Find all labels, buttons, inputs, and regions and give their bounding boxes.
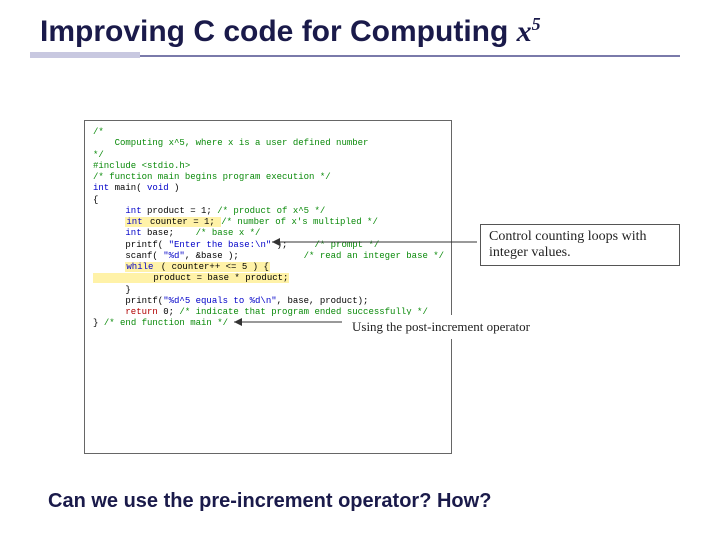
title-var-x: x: [517, 15, 532, 48]
kw: int: [125, 228, 141, 238]
kw-hl: while: [125, 262, 154, 272]
str: "Enter the base:\n": [169, 240, 272, 250]
txt: printf(: [93, 296, 163, 306]
txt: [93, 228, 125, 238]
code-line: #include <stdio.h>: [93, 161, 443, 172]
code-line: int product = 1; /* product of x^5 */: [93, 206, 443, 217]
kw-hl: int: [125, 217, 143, 227]
code-line: while ( counter++ <= 5 ) {: [93, 262, 443, 273]
title-text: Improving C code for Computing: [40, 15, 517, 48]
code-line: /* function main begins program executio…: [93, 172, 443, 183]
txt: [93, 217, 125, 227]
txt-hl: product = base * product;: [93, 273, 289, 283]
code-line: {: [93, 195, 443, 206]
code-line: int counter = 1; /* number of x's multip…: [93, 217, 443, 228]
callout-text: Control counting loops with integer valu…: [489, 229, 647, 260]
callout-postincrement: Using the post-increment operator: [344, 315, 564, 339]
txt: [93, 206, 125, 216]
txt: base;: [142, 228, 196, 238]
txt: }: [93, 318, 104, 328]
kw: void: [147, 183, 169, 193]
str: "%d^5 equals to %d\n": [163, 296, 276, 306]
kw: int: [125, 206, 141, 216]
code-line: scanf( "%d", &base ); /* read an integer…: [93, 251, 443, 262]
txt: scanf(: [93, 251, 163, 261]
code-line: Computing x^5, where x is a user defined…: [93, 138, 443, 149]
code-line: /*: [93, 127, 443, 138]
txt: , base, product);: [277, 296, 369, 306]
txt: [93, 307, 125, 317]
arrow-counter-to-note: [272, 237, 482, 247]
code-line: }: [93, 285, 443, 296]
arrow-while-to-note: [234, 317, 346, 327]
comm: /* read an integer base */: [304, 251, 444, 261]
str: "%d": [163, 251, 185, 261]
callout-text: Using the post-increment operator: [352, 319, 530, 334]
comm: /* product of x^5 */: [217, 206, 325, 216]
code-line: */: [93, 150, 443, 161]
code-listing: /* Computing x^5, where x is a user defi…: [84, 120, 452, 454]
code-line: int main( void ): [93, 183, 443, 194]
comm: /* end function main */: [104, 318, 228, 328]
txt: printf(: [93, 240, 169, 250]
title-underline: [30, 55, 680, 57]
txt: 0;: [158, 307, 180, 317]
txt-hl: counter = 1;: [144, 217, 222, 227]
code-line: printf("%d^5 equals to %d\n", base, prod…: [93, 296, 443, 307]
comm: /* number of x's multipled */: [221, 217, 378, 227]
slide: Improving C code for Computing x5 /* Com…: [0, 0, 720, 540]
title-var: x5: [517, 15, 541, 48]
txt-hl: ( counter++ <= 5 ) {: [154, 262, 269, 272]
title-region: Improving C code for Computing x5: [0, 0, 720, 49]
txt: main(: [109, 183, 147, 193]
page-title: Improving C code for Computing x5: [40, 14, 720, 49]
comm: /* base x */: [196, 228, 261, 238]
txt: , &base );: [185, 251, 304, 261]
title-var-exp: 5: [532, 14, 541, 34]
ret: return: [125, 307, 157, 317]
txt: product = 1;: [142, 206, 218, 216]
kw: int: [93, 183, 109, 193]
code-line: product = base * product;: [93, 273, 443, 284]
txt: ): [169, 183, 180, 193]
question-text: Can we use the pre-increment operator? H…: [48, 490, 491, 513]
txt: [93, 262, 125, 272]
callout-integer-counter: Control counting loops with integer valu…: [480, 224, 680, 266]
